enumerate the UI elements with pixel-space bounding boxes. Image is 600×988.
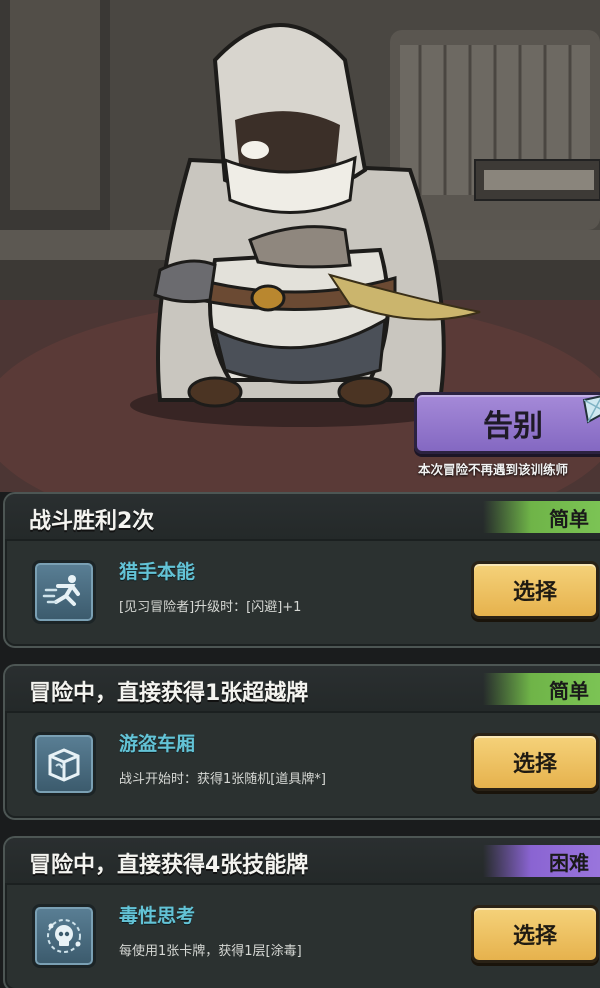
option-title: 冒险中，直接获得1张超越牌 (29, 681, 309, 706)
crystal-icon (582, 395, 600, 424)
option-card: 战斗胜利2次 简单 猎手本能 [见习冒险者]升级时：[闪避]+1 选择 (3, 492, 600, 648)
option-header: 冒险中，直接获得4张技能牌 困难 (5, 838, 600, 885)
dash-runner-icon (32, 560, 96, 624)
skill-name: 猎手本能 (119, 561, 196, 583)
difficulty-badge: 简单 (483, 501, 600, 533)
option-title: 冒险中，直接获得4张技能牌 (29, 853, 309, 878)
option-header: 战斗胜利2次 简单 (5, 494, 600, 541)
treasure-box-icon (32, 732, 96, 796)
skill-name: 游盗车厢 (119, 733, 196, 755)
farewell-note: 本次冒险不再遇到该训练师 (418, 462, 569, 477)
trainer-screen: 告别 本次冒险不再遇到该训练师 战斗胜利2次 简单 猎手本能 [见习冒险者]升级… (0, 0, 600, 988)
option-body: 毒性思考 每使用1张卡牌，获得1层[涂毒] 选择 (5, 885, 600, 988)
option-body: 游盗车厢 战斗开始时：获得1张随机[道具牌*] 选择 (5, 713, 600, 818)
select-button[interactable]: 选择 (471, 561, 599, 619)
select-button[interactable]: 选择 (471, 905, 599, 963)
farewell-button[interactable]: 告别 (414, 392, 600, 454)
option-card: 冒险中，直接获得1张超越牌 简单 游盗车厢 战斗开始时：获得1张随机[道具牌*]… (3, 664, 600, 820)
option-header: 冒险中，直接获得1张超越牌 简单 (5, 666, 600, 713)
trainer-illustration: 告别 本次冒险不再遇到该训练师 (0, 0, 600, 492)
skill-description: [见习冒险者]升级时：[闪避]+1 (119, 600, 302, 615)
difficulty-badge: 简单 (483, 673, 600, 705)
poison-skull-icon (32, 904, 96, 968)
select-button[interactable]: 选择 (471, 733, 599, 791)
skill-name: 毒性思考 (119, 905, 196, 927)
difficulty-badge: 困难 (483, 845, 600, 877)
option-title: 战斗胜利2次 (29, 509, 155, 534)
skill-description: 每使用1张卡牌，获得1层[涂毒] (119, 944, 302, 959)
option-card: 冒险中，直接获得4张技能牌 困难 毒性思考 每使用1张卡牌，获得1层[涂毒] 选… (3, 836, 600, 988)
option-body: 猎手本能 [见习冒险者]升级时：[闪避]+1 选择 (5, 541, 600, 646)
skill-description: 战斗开始时：获得1张随机[道具牌*] (119, 772, 326, 787)
